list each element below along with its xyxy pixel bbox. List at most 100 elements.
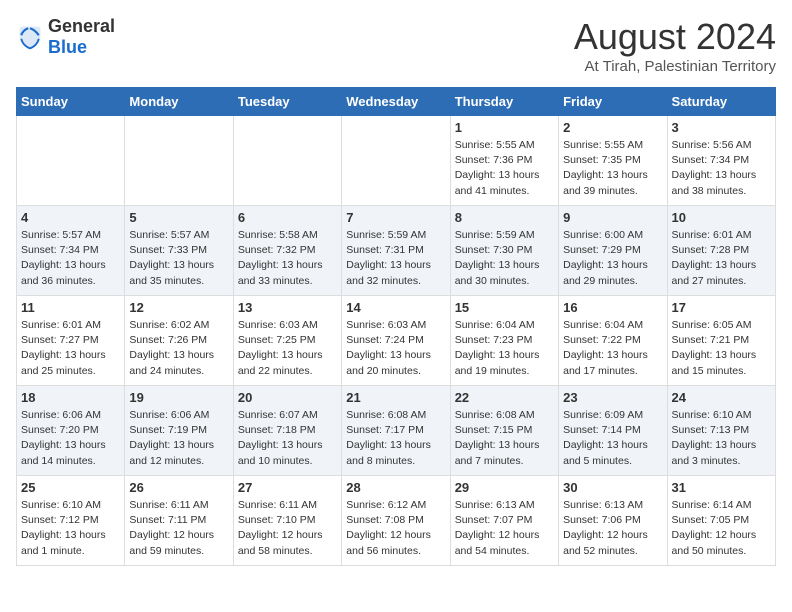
day-content: Sunrise: 6:07 AMSunset: 7:18 PMDaylight:…: [238, 408, 337, 469]
day-cell: 3 Sunrise: 5:56 AMSunset: 7:34 PMDaylight…: [667, 116, 775, 206]
day-cell: 12 Sunrise: 6:02 AMSunset: 7:26 PMDayligh…: [125, 296, 233, 386]
day-cell: 25 Sunrise: 6:10 AMSunset: 7:12 PMDayligh…: [17, 476, 125, 566]
day-number: 9: [563, 210, 662, 225]
day-number: 6: [238, 210, 337, 225]
day-content: Sunrise: 5:57 AMSunset: 7:34 PMDaylight:…: [21, 228, 120, 289]
day-number: 13: [238, 300, 337, 315]
logo-blue: Blue: [48, 37, 87, 57]
day-cell: [125, 116, 233, 206]
day-content: Sunrise: 6:02 AMSunset: 7:26 PMDaylight:…: [129, 318, 228, 379]
week-row-3: 11 Sunrise: 6:01 AMSunset: 7:27 PMDayligh…: [17, 296, 776, 386]
day-content: Sunrise: 5:56 AMSunset: 7:34 PMDaylight:…: [672, 138, 771, 199]
day-content: Sunrise: 6:06 AMSunset: 7:19 PMDaylight:…: [129, 408, 228, 469]
day-number: 2: [563, 120, 662, 135]
week-row-1: 1Sunrise: 5:55 AMSunset: 7:36 PMDaylight…: [17, 116, 776, 206]
day-number: 24: [672, 390, 771, 405]
day-cell: 22Sunrise: 6:08 AMSunset: 7:15 PMDayligh…: [450, 386, 558, 476]
day-content: Sunrise: 6:05 AMSunset: 7:21 PMDaylight:…: [672, 318, 771, 379]
day-number: 11: [21, 300, 120, 315]
day-content: Sunrise: 5:58 AMSunset: 7:32 PMDaylight:…: [238, 228, 337, 289]
day-cell: 26 Sunrise: 6:11 AMSunset: 7:11 PMDayligh…: [125, 476, 233, 566]
day-cell: 21 Sunrise: 6:08 AMSunset: 7:17 PMDayligh…: [342, 386, 450, 476]
day-number: 10: [672, 210, 771, 225]
day-content: Sunrise: 6:06 AMSunset: 7:20 PMDaylight:…: [21, 408, 120, 469]
day-content: Sunrise: 6:08 AMSunset: 7:15 PMDaylight:…: [455, 408, 554, 469]
day-content: Sunrise: 6:12 AMSunset: 7:08 PMDaylight:…: [346, 498, 445, 559]
day-number: 4: [21, 210, 120, 225]
day-cell: 18 Sunrise: 6:06 AMSunset: 7:20 PMDayligh…: [17, 386, 125, 476]
day-cell: 10 Sunrise: 6:01 AMSunset: 7:28 PMDayligh…: [667, 206, 775, 296]
day-number: 12: [129, 300, 228, 315]
day-number: 30: [563, 480, 662, 495]
day-content: Sunrise: 6:01 AMSunset: 7:27 PMDaylight:…: [21, 318, 120, 379]
day-number: 3: [672, 120, 771, 135]
day-cell: 30 Sunrise: 6:13 AMSunset: 7:06 PMDayligh…: [559, 476, 667, 566]
main-title: August 2024: [574, 16, 776, 58]
day-content: Sunrise: 5:59 AMSunset: 7:31 PMDaylight:…: [346, 228, 445, 289]
day-cell: 23Sunrise: 6:09 AMSunset: 7:14 PMDayligh…: [559, 386, 667, 476]
day-cell: 15Sunrise: 6:04 AMSunset: 7:23 PMDayligh…: [450, 296, 558, 386]
day-content: Sunrise: 6:14 AMSunset: 7:05 PMDaylight:…: [672, 498, 771, 559]
day-content: Sunrise: 6:08 AMSunset: 7:17 PMDaylight:…: [346, 408, 445, 469]
header-thursday: Thursday: [450, 88, 558, 116]
logo-text: General Blue: [48, 16, 115, 58]
day-content: Sunrise: 6:10 AMSunset: 7:12 PMDaylight:…: [21, 498, 120, 559]
logo-general: General: [48, 16, 115, 36]
calendar-table: SundayMondayTuesdayWednesdayThursdayFrid…: [16, 87, 776, 566]
day-number: 5: [129, 210, 228, 225]
subtitle: At Tirah, Palestinian Territory: [574, 58, 776, 75]
day-cell: 28 Sunrise: 6:12 AMSunset: 7:08 PMDayligh…: [342, 476, 450, 566]
day-number: 20: [238, 390, 337, 405]
week-row-5: 25 Sunrise: 6:10 AMSunset: 7:12 PMDayligh…: [17, 476, 776, 566]
day-cell: 7 Sunrise: 5:59 AMSunset: 7:31 PMDaylight…: [342, 206, 450, 296]
day-cell: 31 Sunrise: 6:14 AMSunset: 7:05 PMDayligh…: [667, 476, 775, 566]
day-content: Sunrise: 6:10 AMSunset: 7:13 PMDaylight:…: [672, 408, 771, 469]
day-cell: 6 Sunrise: 5:58 AMSunset: 7:32 PMDaylight…: [233, 206, 341, 296]
day-number: 1: [455, 120, 554, 135]
title-area: August 2024 At Tirah, Palestinian Territ…: [574, 16, 776, 75]
day-cell: 4 Sunrise: 5:57 AMSunset: 7:34 PMDaylight…: [17, 206, 125, 296]
day-content: Sunrise: 6:01 AMSunset: 7:28 PMDaylight:…: [672, 228, 771, 289]
week-row-2: 4 Sunrise: 5:57 AMSunset: 7:34 PMDaylight…: [17, 206, 776, 296]
day-content: Sunrise: 6:13 AMSunset: 7:06 PMDaylight:…: [563, 498, 662, 559]
day-number: 25: [21, 480, 120, 495]
day-content: Sunrise: 6:00 AMSunset: 7:29 PMDaylight:…: [563, 228, 662, 289]
day-number: 31: [672, 480, 771, 495]
header-wednesday: Wednesday: [342, 88, 450, 116]
day-content: Sunrise: 6:04 AMSunset: 7:23 PMDaylight:…: [455, 318, 554, 379]
day-content: Sunrise: 6:04 AMSunset: 7:22 PMDaylight:…: [563, 318, 662, 379]
day-cell: [233, 116, 341, 206]
day-number: 16: [563, 300, 662, 315]
day-number: 29: [455, 480, 554, 495]
day-number: 21: [346, 390, 445, 405]
day-cell: 20 Sunrise: 6:07 AMSunset: 7:18 PMDayligh…: [233, 386, 341, 476]
day-cell: [342, 116, 450, 206]
day-number: 23: [563, 390, 662, 405]
header-monday: Monday: [125, 88, 233, 116]
day-number: 27: [238, 480, 337, 495]
day-cell: 24 Sunrise: 6:10 AMSunset: 7:13 PMDayligh…: [667, 386, 775, 476]
day-cell: 13 Sunrise: 6:03 AMSunset: 7:25 PMDayligh…: [233, 296, 341, 386]
day-number: 18: [21, 390, 120, 405]
header-sunday: Sunday: [17, 88, 125, 116]
day-content: Sunrise: 6:03 AMSunset: 7:25 PMDaylight:…: [238, 318, 337, 379]
week-row-4: 18 Sunrise: 6:06 AMSunset: 7:20 PMDayligh…: [17, 386, 776, 476]
day-cell: 29Sunrise: 6:13 AMSunset: 7:07 PMDayligh…: [450, 476, 558, 566]
calendar-header-row: SundayMondayTuesdayWednesdayThursdayFrid…: [17, 88, 776, 116]
day-number: 7: [346, 210, 445, 225]
header: General Blue August 2024 At Tirah, Pales…: [16, 16, 776, 75]
header-friday: Friday: [559, 88, 667, 116]
header-saturday: Saturday: [667, 88, 775, 116]
day-number: 19: [129, 390, 228, 405]
day-cell: 5Sunrise: 5:57 AMSunset: 7:33 PMDaylight…: [125, 206, 233, 296]
day-content: Sunrise: 6:11 AMSunset: 7:11 PMDaylight:…: [129, 498, 228, 559]
header-tuesday: Tuesday: [233, 88, 341, 116]
day-number: 28: [346, 480, 445, 495]
day-cell: 1Sunrise: 5:55 AMSunset: 7:36 PMDaylight…: [450, 116, 558, 206]
day-cell: 17 Sunrise: 6:05 AMSunset: 7:21 PMDayligh…: [667, 296, 775, 386]
day-content: Sunrise: 5:59 AMSunset: 7:30 PMDaylight:…: [455, 228, 554, 289]
day-cell: 14Sunrise: 6:03 AMSunset: 7:24 PMDayligh…: [342, 296, 450, 386]
day-cell: 19 Sunrise: 6:06 AMSunset: 7:19 PMDayligh…: [125, 386, 233, 476]
day-number: 26: [129, 480, 228, 495]
day-number: 17: [672, 300, 771, 315]
